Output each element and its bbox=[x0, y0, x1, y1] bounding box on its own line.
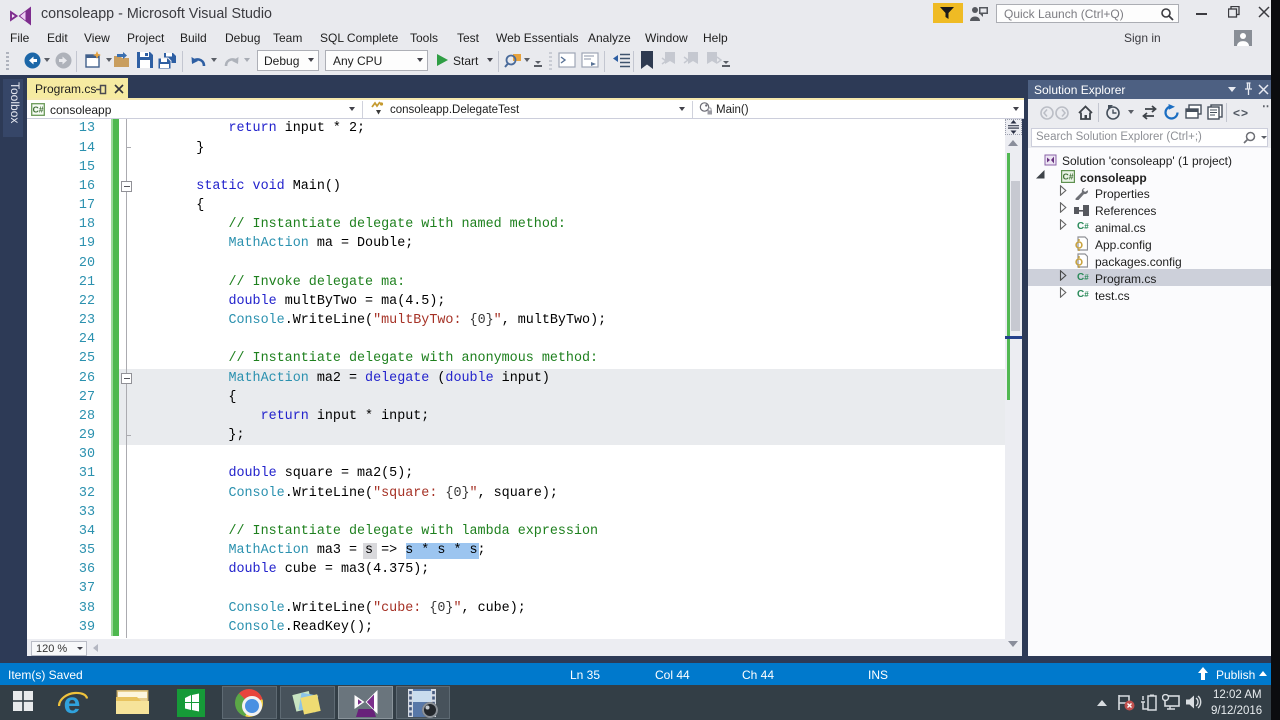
svg-text:C#: C# bbox=[33, 105, 44, 115]
svg-text:e: e bbox=[64, 687, 81, 717]
svg-text:C#: C# bbox=[1063, 172, 1074, 182]
